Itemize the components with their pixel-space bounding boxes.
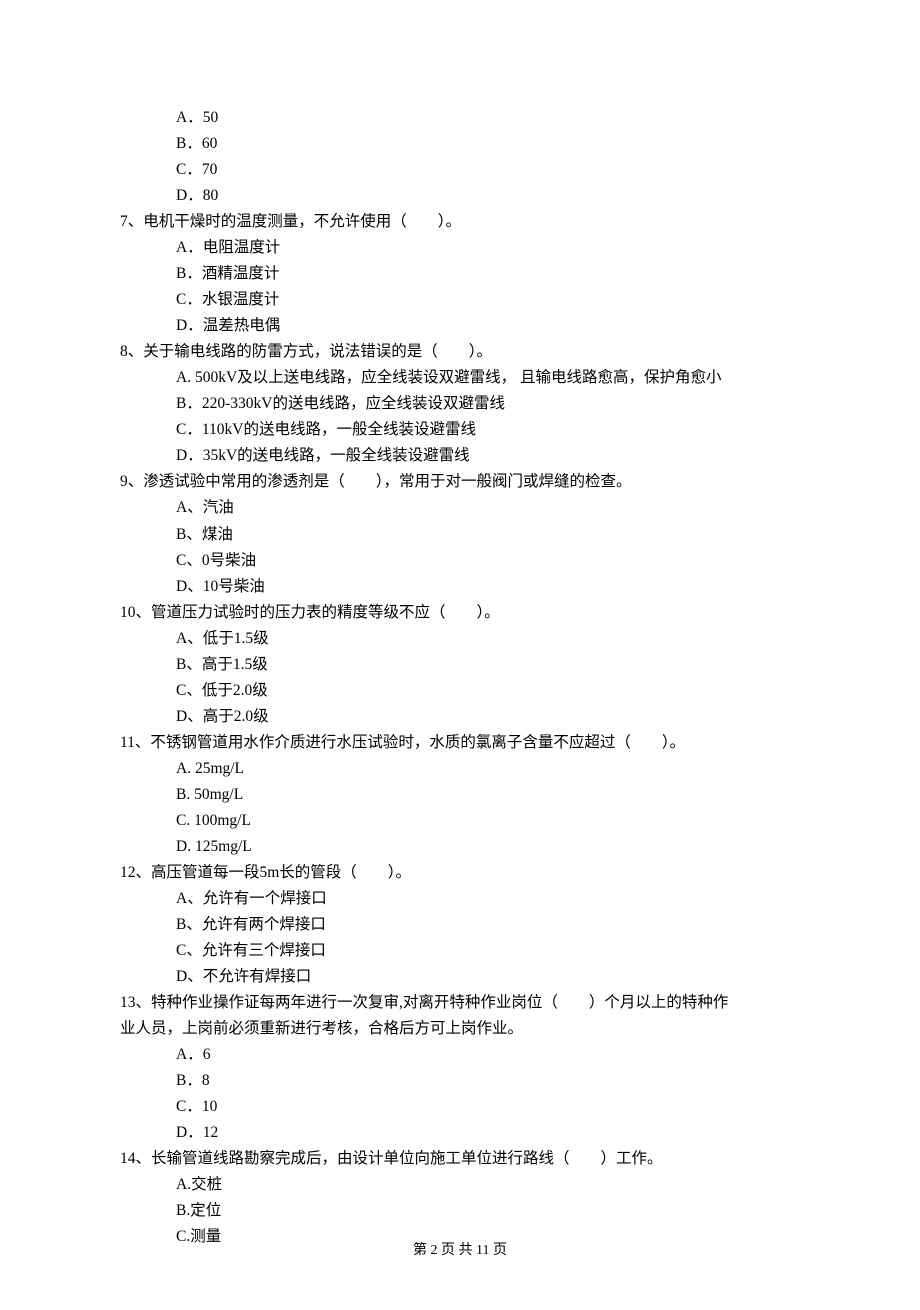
question-line: 14、长输管道线路勘察完成后，由设计单位向施工单位进行路线（ ）工作。 xyxy=(120,1146,800,1172)
option-line: D. 125mg/L xyxy=(120,834,800,860)
option-line: A、低于1.5级 xyxy=(120,626,800,652)
option-line: B. 50mg/L xyxy=(120,782,800,808)
option-line: A．6 xyxy=(120,1042,800,1068)
option-line: A. 25mg/L xyxy=(120,756,800,782)
option-line: C．110kV的送电线路，一般全线装设避雷线 xyxy=(120,417,800,443)
question-line: 12、高压管道每一段5m长的管段（ ）。 xyxy=(120,860,800,886)
page-footer: 第 2 页 共 11 页 xyxy=(0,1239,920,1263)
option-line: C、允许有三个焊接口 xyxy=(120,938,800,964)
option-line: A、允许有一个焊接口 xyxy=(120,886,800,912)
option-line: D、高于2.0级 xyxy=(120,704,800,730)
option-line: D．12 xyxy=(120,1120,800,1146)
option-line: A、汽油 xyxy=(120,495,800,521)
question-line: 11、不锈钢管道用水作介质进行水压试验时，水质的氯离子含量不应超过（ ）。 xyxy=(120,730,800,756)
option-line: A．电阻温度计 xyxy=(120,235,800,261)
question-line: 13、特种作业操作证每两年进行一次复审,对离开特种作业岗位（ ）个月以上的特种作 xyxy=(120,990,800,1016)
option-line: D．35kV的送电线路，一般全线装设避雷线 xyxy=(120,443,800,469)
option-line: B．酒精温度计 xyxy=(120,261,800,287)
content-body: A．50B．60C．70D．807、电机干燥时的温度测量，不允许使用（ ）。A．… xyxy=(120,105,800,1250)
option-line: C. 100mg/L xyxy=(120,808,800,834)
option-line: B、允许有两个焊接口 xyxy=(120,912,800,938)
question-line: 10、管道压力试验时的压力表的精度等级不应（ ）。 xyxy=(120,600,800,626)
option-line: C．水银温度计 xyxy=(120,287,800,313)
question-line: 8、关于输电线路的防雷方式，说法错误的是（ ）。 xyxy=(120,339,800,365)
option-line: A. 500kV及以上送电线路，应全线装设双避雷线， 且输电线路愈高，保护角愈小 xyxy=(120,365,800,391)
option-line: B．220-330kV的送电线路，应全线装设双避雷线 xyxy=(120,391,800,417)
question-line: 9、渗透试验中常用的渗透剂是（ ），常用于对一般阀门或焊缝的检查。 xyxy=(120,469,800,495)
question-line: 7、电机干燥时的温度测量，不允许使用（ ）。 xyxy=(120,209,800,235)
option-line: B．60 xyxy=(120,131,800,157)
question-line: 业人员，上岗前必须重新进行考核，合格后方可上岗作业。 xyxy=(120,1016,800,1042)
option-line: D．温差热电偶 xyxy=(120,313,800,339)
option-line: C．70 xyxy=(120,157,800,183)
option-line: C、0号柴油 xyxy=(120,548,800,574)
page: A．50B．60C．70D．807、电机干燥时的温度测量，不允许使用（ ）。A．… xyxy=(0,0,920,1310)
option-line: B.定位 xyxy=(120,1198,800,1224)
option-line: B、煤油 xyxy=(120,522,800,548)
option-line: C、低于2.0级 xyxy=(120,678,800,704)
option-line: B、高于1.5级 xyxy=(120,652,800,678)
option-line: A.交桩 xyxy=(120,1172,800,1198)
option-line: D、不允许有焊接口 xyxy=(120,964,800,990)
option-line: D、10号柴油 xyxy=(120,574,800,600)
option-line: C．10 xyxy=(120,1094,800,1120)
option-line: A．50 xyxy=(120,105,800,131)
option-line: B．8 xyxy=(120,1068,800,1094)
option-line: D．80 xyxy=(120,183,800,209)
